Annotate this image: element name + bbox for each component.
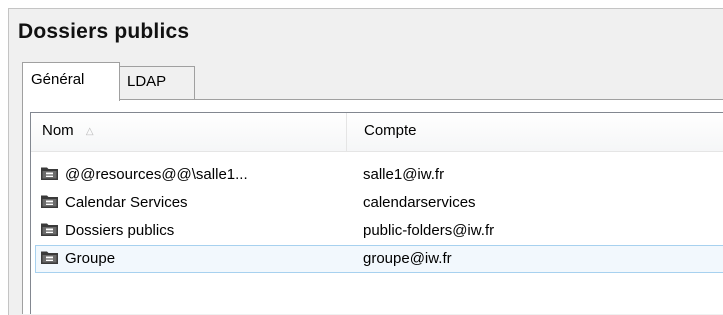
column-header-name[interactable]: Nom △ bbox=[31, 113, 347, 151]
list-row[interactable]: Calendar Services calendarservices bbox=[35, 189, 723, 217]
public-folder-icon bbox=[41, 167, 58, 180]
row-name: Calendar Services bbox=[65, 194, 188, 211]
public-folder-icon bbox=[41, 223, 58, 236]
sort-ascending-icon: △ bbox=[85, 126, 94, 137]
list-row-selected[interactable]: Groupe groupe@iw.fr bbox=[35, 245, 723, 273]
row-name: Dossiers publics bbox=[65, 222, 175, 239]
tab-general[interactable]: Général bbox=[22, 62, 120, 101]
row-account: salle1@iw.fr bbox=[363, 166, 445, 183]
tab-ldap[interactable]: LDAP bbox=[120, 66, 195, 99]
row-account: calendarservices bbox=[363, 194, 476, 211]
column-header-name-label: Nom bbox=[42, 122, 74, 139]
row-account: public-folders@iw.fr bbox=[363, 222, 495, 239]
list-header: Nom △ Compte bbox=[31, 113, 723, 152]
list-row[interactable]: Dossiers publics public-folders@iw.fr bbox=[35, 217, 723, 245]
folders-list[interactable]: Nom △ Compte @@resources@@\salle1... sal… bbox=[30, 112, 723, 314]
public-folder-icon bbox=[41, 195, 58, 208]
row-name: Groupe bbox=[65, 250, 116, 267]
column-header-account-label: Compte bbox=[364, 122, 417, 139]
public-folder-icon bbox=[41, 251, 58, 264]
column-header-account[interactable]: Compte bbox=[363, 113, 723, 151]
row-name: @@resources@@\salle1... bbox=[65, 166, 248, 183]
list-row[interactable]: @@resources@@\salle1... salle1@iw.fr bbox=[35, 161, 723, 189]
row-account: groupe@iw.fr bbox=[363, 250, 452, 267]
panel-title: Dossiers publics bbox=[18, 20, 190, 43]
